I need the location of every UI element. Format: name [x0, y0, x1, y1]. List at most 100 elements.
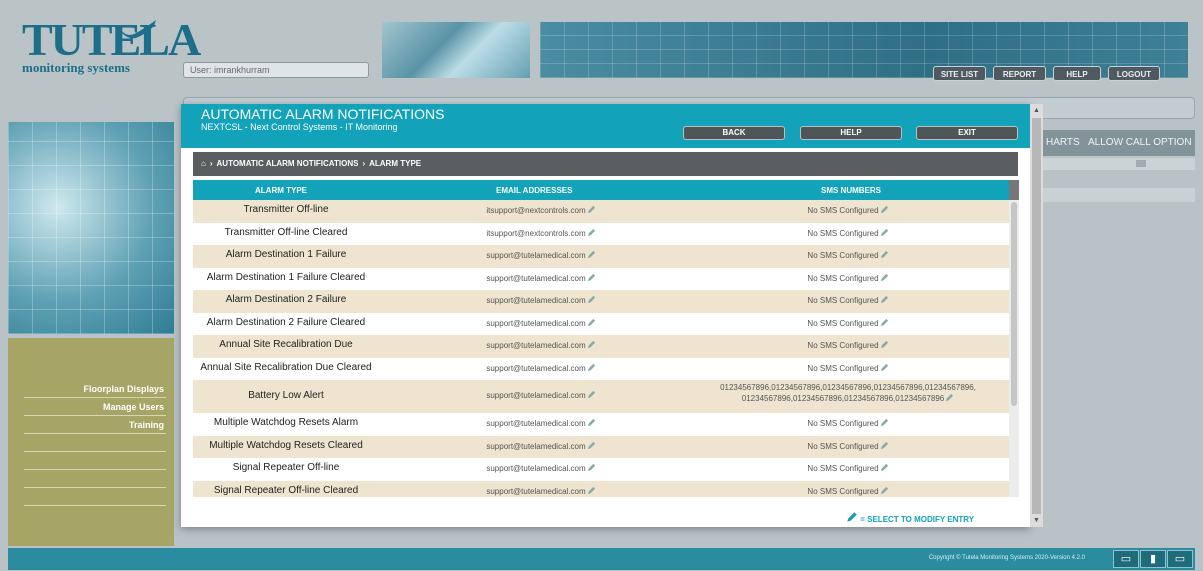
pencil-icon[interactable]	[880, 418, 889, 427]
sidebar-item-empty	[24, 452, 166, 470]
email-address[interactable]: support@tutelamedical.com	[486, 364, 585, 373]
email-address[interactable]: support@tutelamedical.com	[486, 274, 585, 283]
sms-numbers[interactable]: No SMS Configured	[807, 341, 878, 350]
sms-numbers[interactable]: No SMS Configured	[807, 419, 878, 428]
pencil-icon[interactable]	[880, 486, 889, 495]
pencil-icon[interactable]	[880, 463, 889, 472]
table-row: Signal Repeater Off-line Cleared support@…	[193, 480, 1009, 497]
pencil-icon[interactable]	[945, 393, 954, 402]
pencil-icon[interactable]	[587, 441, 596, 450]
sms-cell: No SMS Configured	[683, 205, 1009, 215]
pencil-icon[interactable]	[880, 205, 889, 214]
column-header-sms: SMS NUMBERS	[821, 186, 882, 195]
table-row: Battery Low Alert support@tutelamedical.c…	[193, 380, 1009, 413]
email-address[interactable]: support@tutelamedical.com	[486, 419, 585, 428]
back-button[interactable]: BACK	[683, 126, 785, 140]
pencil-icon[interactable]	[880, 363, 889, 372]
pencil-icon[interactable]	[587, 295, 596, 304]
sms-numbers[interactable]: No SMS Configured	[807, 206, 878, 215]
sms-numbers[interactable]: No SMS Configured	[807, 487, 878, 496]
sidebar-item-floorplan-displays[interactable]: Floorplan Displays	[24, 380, 166, 398]
pencil-icon[interactable]	[880, 273, 889, 282]
dialog-scrollbar[interactable]: ▲ ▼	[1030, 104, 1043, 527]
pencil-icon[interactable]	[587, 205, 596, 214]
pencil-icon[interactable]	[880, 250, 889, 259]
alarm-type-cell: Annual Site Recalibration Due	[219, 339, 353, 350]
sms-numbers[interactable]: No SMS Configured	[807, 319, 878, 328]
app-header: TUTELA monitoring systems User: imrankhu…	[0, 0, 1203, 120]
pencil-icon[interactable]	[587, 363, 596, 372]
alarm-type-cell: Alarm Destination 2 Failure	[225, 294, 347, 305]
help-button[interactable]: HELP	[1053, 66, 1101, 81]
device-icon[interactable]: ▮	[1140, 550, 1166, 568]
sms-numbers[interactable]: No SMS Configured	[807, 464, 878, 473]
header-banner-image	[382, 22, 530, 78]
email-address[interactable]: support@tutelamedical.com	[486, 319, 585, 328]
sms-numbers[interactable]: No SMS Configured	[807, 442, 878, 451]
email-cell: support@tutelamedical.com	[471, 340, 611, 350]
sms-numbers[interactable]: No SMS Configured	[807, 296, 878, 305]
display-icon[interactable]: ▭	[1167, 550, 1193, 568]
allow-call-checkbox[interactable]	[1136, 160, 1146, 167]
email-address[interactable]: support@tutelamedical.com	[486, 442, 585, 451]
pencil-icon[interactable]	[880, 318, 889, 327]
copyright-text: Copyright © Tutela Monitoring Systems 20…	[928, 555, 1085, 561]
pencil-icon[interactable]	[587, 250, 596, 259]
sidebar-item-training[interactable]: Training	[24, 416, 166, 434]
alarm-type-cell: Transmitter Off-line Cleared	[224, 226, 348, 238]
sms-numbers[interactable]: No SMS Configured	[807, 251, 878, 260]
email-address[interactable]: itsupport@nextcontrols.com	[486, 229, 585, 238]
sms-cell: No SMS Configured	[683, 250, 1009, 260]
monitor-icon[interactable]: ▭	[1113, 550, 1139, 568]
home-icon[interactable]: ⌂	[201, 159, 206, 168]
sms-numbers[interactable]: No SMS Configured	[807, 364, 878, 373]
sms-cell: No SMS Configured	[683, 441, 1009, 451]
pencil-icon[interactable]	[587, 486, 596, 495]
sms-cell: No SMS Configured	[683, 486, 1009, 496]
pencil-icon[interactable]	[880, 295, 889, 304]
pencil-icon[interactable]	[587, 273, 596, 282]
pencil-icon[interactable]	[587, 463, 596, 472]
table-row: Alarm Destination 2 Failure support@tutel…	[193, 290, 1009, 313]
sms-numbers-line2[interactable]: 01234567896,01234567896,01234567896,0123…	[742, 394, 944, 403]
logo-tagline: monitoring systems	[22, 60, 130, 75]
pencil-icon[interactable]	[587, 340, 596, 349]
sidebar-nav: Floorplan Displays Manage Users Training	[8, 338, 174, 546]
scroll-down-icon[interactable]: ▼	[1033, 517, 1040, 524]
exit-button[interactable]: EXIT	[916, 126, 1018, 140]
sms-cell: No SMS Configured	[683, 340, 1009, 350]
sms-numbers[interactable]: No SMS Configured	[807, 274, 878, 283]
alarm-type-cell: Alarm Destination 2 Failure Cleared	[206, 316, 366, 328]
scrollbar-header	[1009, 180, 1019, 200]
email-address[interactable]: support@tutelamedical.com	[486, 464, 585, 473]
email-address[interactable]: support@tutelamedical.com	[486, 391, 585, 400]
email-address[interactable]: itsupport@nextcontrols.com	[486, 206, 585, 215]
email-cell: support@tutelamedical.com	[471, 486, 611, 496]
sms-numbers[interactable]: No SMS Configured	[807, 229, 878, 238]
table-scrollbar-thumb[interactable]	[1011, 202, 1017, 406]
email-address[interactable]: support@tutelamedical.com	[486, 296, 585, 305]
report-button[interactable]: REPORT	[993, 66, 1046, 81]
table-scrollbar[interactable]	[1009, 200, 1019, 497]
pencil-icon[interactable]	[587, 418, 596, 427]
scroll-up-icon[interactable]: ▲	[1033, 107, 1040, 114]
sms-numbers[interactable]: 01234567896,01234567896,01234567896,0123…	[720, 383, 976, 392]
pencil-icon[interactable]	[587, 390, 596, 399]
logout-button[interactable]: LOGOUT	[1108, 66, 1160, 81]
table-row: Transmitter Off-line itsupport@nextcontro…	[193, 200, 1009, 223]
pencil-icon[interactable]	[880, 340, 889, 349]
pencil-icon[interactable]	[880, 228, 889, 237]
dialog-scrollbar-thumb[interactable]	[1032, 118, 1041, 514]
email-address[interactable]: support@tutelamedical.com	[486, 251, 585, 260]
email-address[interactable]: support@tutelamedical.com	[486, 487, 585, 496]
sidebar-item-manage-users[interactable]: Manage Users	[24, 398, 166, 416]
app-footer: Copyright © Tutela Monitoring Systems 20…	[8, 548, 1195, 570]
pencil-icon[interactable]	[880, 441, 889, 450]
email-address[interactable]: support@tutelamedical.com	[486, 341, 585, 350]
site-list-button[interactable]: SITE LIST	[933, 66, 986, 81]
breadcrumb-section[interactable]: AUTOMATIC ALARM NOTIFICATIONS	[217, 159, 359, 168]
pencil-icon[interactable]	[587, 318, 596, 327]
pencil-icon[interactable]	[587, 228, 596, 237]
dialog-help-button[interactable]: HELP	[800, 126, 902, 140]
dialog-header: AUTOMATIC ALARM NOTIFICATIONS NEXTCSL - …	[181, 104, 1030, 148]
